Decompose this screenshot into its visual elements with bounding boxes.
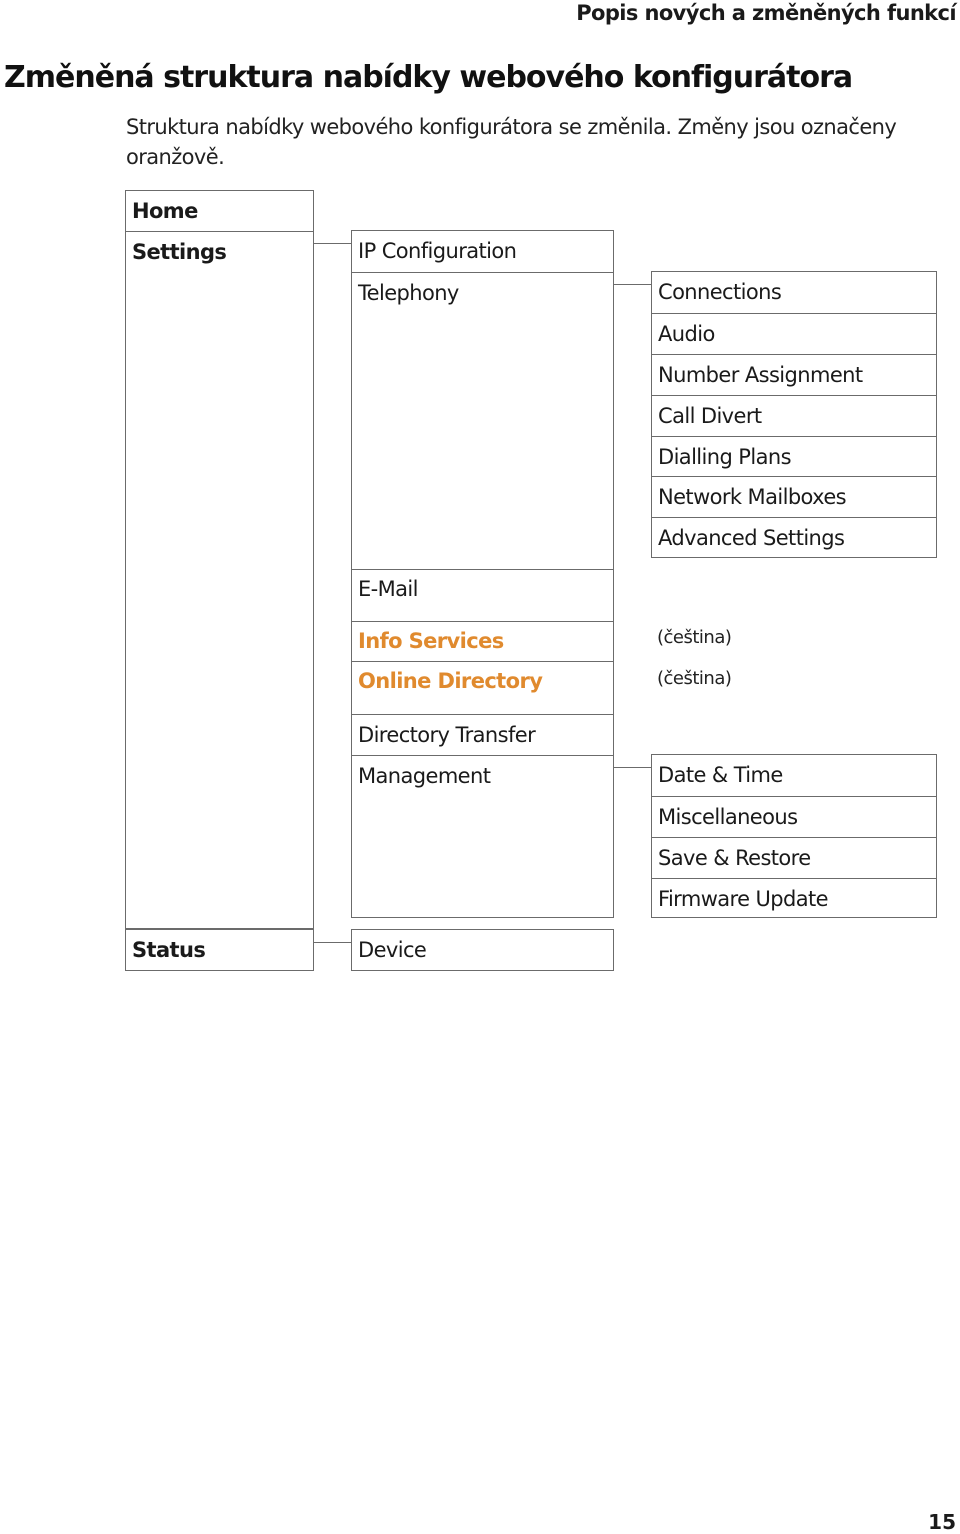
intro-text: Struktura nabídky webového konfigurátora… xyxy=(126,115,897,169)
page-title: Změněná struktura nabídky webového konfi… xyxy=(4,60,853,95)
menu-item-management[interactable]: Management xyxy=(352,755,613,917)
menu-item-home[interactable]: Home xyxy=(126,191,313,231)
connector-telephony xyxy=(614,284,652,285)
menu-item-settings[interactable]: Settings xyxy=(126,231,313,271)
menu-item-email[interactable]: E-Mail xyxy=(352,569,613,621)
level1-menu-box: Home Settings xyxy=(125,190,314,929)
menu-item-advanced-settings[interactable]: Advanced Settings xyxy=(652,517,936,557)
menu-item-number-assignment[interactable]: Number Assignment xyxy=(652,354,936,395)
running-head: Popis nových a změněných funkcí xyxy=(576,1,956,25)
menu-item-ip-configuration[interactable]: IP Configuration xyxy=(352,231,613,272)
menu-item-info-services[interactable]: Info Services xyxy=(352,621,613,661)
connector-status xyxy=(314,942,351,943)
menu-item-firmware-update[interactable]: Firmware Update xyxy=(652,878,936,918)
status-menu-box: Status xyxy=(125,929,314,971)
connector-management xyxy=(614,767,652,768)
menu-item-online-directory[interactable]: Online Directory xyxy=(352,661,613,714)
status-submenu-box: Device xyxy=(351,929,614,971)
menu-item-status[interactable]: Status xyxy=(126,930,313,970)
menu-item-telephony[interactable]: Telephony xyxy=(352,272,613,569)
menu-item-call-divert[interactable]: Call Divert xyxy=(652,395,936,436)
menu-item-save-restore[interactable]: Save & Restore xyxy=(652,837,936,878)
menu-item-miscellaneous[interactable]: Miscellaneous xyxy=(652,796,936,837)
menu-item-network-mailboxes[interactable]: Network Mailboxes xyxy=(652,476,936,517)
telephony-submenu-box: Connections Audio Number Assignment Call… xyxy=(651,271,937,558)
menu-item-directory-transfer[interactable]: Directory Transfer xyxy=(352,714,613,755)
note-info-services: (čeština) xyxy=(657,627,732,648)
menu-item-audio[interactable]: Audio xyxy=(652,313,936,354)
connector-settings xyxy=(314,243,351,244)
menu-item-dialling-plans[interactable]: Dialling Plans xyxy=(652,436,936,476)
settings-submenu-box: IP Configuration Telephony E-Mail Info S… xyxy=(351,230,614,918)
page-number: 15 xyxy=(928,1510,956,1534)
menu-item-date-time[interactable]: Date & Time xyxy=(652,755,936,796)
menu-item-device[interactable]: Device xyxy=(352,930,613,970)
menu-item-connections[interactable]: Connections xyxy=(652,272,936,313)
management-submenu-box: Date & Time Miscellaneous Save & Restore… xyxy=(651,754,937,918)
note-online-directory: (čeština) xyxy=(657,668,732,689)
